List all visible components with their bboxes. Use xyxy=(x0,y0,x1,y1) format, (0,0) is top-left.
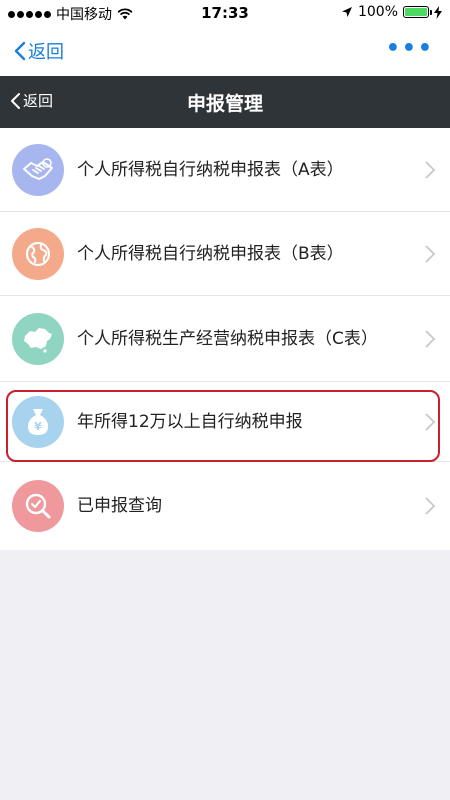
list-item-form-b[interactable]: 个人所得税自行纳税申报表（B表） xyxy=(0,212,450,296)
china-map-icon xyxy=(12,312,64,365)
more-options-button[interactable]: ••• xyxy=(386,36,434,61)
chevron-right-icon xyxy=(425,244,436,263)
status-right: 100% xyxy=(341,4,442,20)
list-item-declared-query[interactable]: 已申报查询 xyxy=(0,462,450,550)
declaration-menu-list: 个人所得税自行纳税申报表（A表） 个人所得税自行纳税申报表（B表） 个人所得税生… xyxy=(0,128,450,550)
list-item-form-c[interactable]: 个人所得税生产经营纳税申报表（C表） xyxy=(0,296,450,382)
status-bar: 中国移动 17:33 100% xyxy=(0,0,450,26)
page-header: 返回 申报管理 xyxy=(0,76,450,128)
search-check-icon xyxy=(12,480,64,532)
app-root: 中国移动 17:33 100% 返回 ••• 返回 申报管理 个人所得税自行纳税… xyxy=(0,0,450,800)
app-nav-bar: 返回 ••• xyxy=(0,26,450,76)
money-bag-icon: ¥ xyxy=(12,395,64,448)
list-item-form-a[interactable]: 个人所得税自行纳税申报表（A表） xyxy=(0,128,450,212)
chevron-left-icon xyxy=(14,41,26,61)
list-item-annual-income-over-120k[interactable]: ¥ 年所得12万以上自行纳税申报 xyxy=(0,382,450,462)
list-item-label: 已申报查询 xyxy=(77,496,162,516)
list-item-label: 个人所得税生产经营纳税申报表（C表） xyxy=(77,328,378,349)
globe-icon xyxy=(12,227,64,280)
svg-text:¥: ¥ xyxy=(34,420,42,433)
battery-level-fill xyxy=(405,8,427,16)
app-back-button[interactable]: 返回 xyxy=(14,38,64,64)
list-item-label: 个人所得税自行纳税申报表（A表） xyxy=(77,159,344,180)
list-item-label: 个人所得税自行纳税申报表（B表） xyxy=(77,243,344,264)
charging-bolt-icon xyxy=(434,5,442,19)
page-title: 申报管理 xyxy=(186,93,263,115)
location-arrow-icon xyxy=(341,7,352,17)
list-item-label: 年所得12万以上自行纳税申报 xyxy=(77,411,303,432)
chevron-right-icon xyxy=(425,497,436,515)
chevron-right-icon xyxy=(425,160,436,179)
battery-percent: 100% xyxy=(357,4,398,20)
battery-icon xyxy=(403,6,432,18)
chevron-right-icon xyxy=(425,329,436,348)
chevron-right-icon xyxy=(425,412,436,431)
handshake-icon xyxy=(12,143,64,196)
app-back-label: 返回 xyxy=(28,42,64,63)
